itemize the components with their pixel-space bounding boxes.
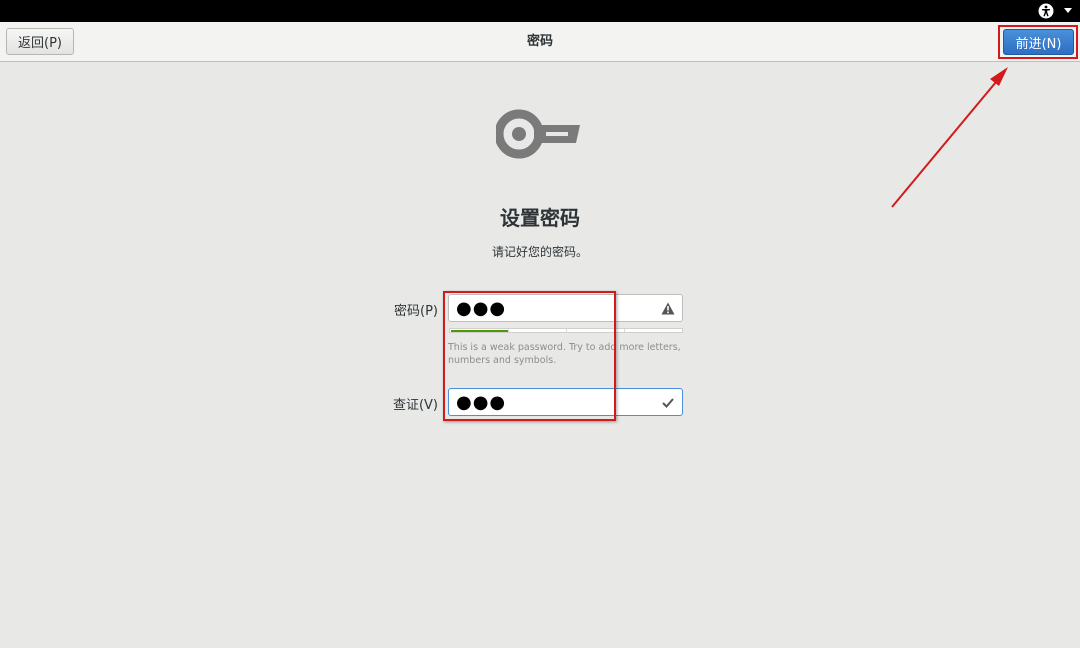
checkmark-icon [662, 398, 674, 408]
chevron-down-icon[interactable] [1064, 8, 1072, 13]
header-title: 密码 [526, 34, 553, 49]
next-button-highlight [998, 25, 1078, 59]
back-button[interactable]: 返回(P) [6, 28, 74, 55]
page-title: 设置密码 [500, 206, 580, 230]
header-bar: 返回(P) 密码 前进(N) [0, 22, 1080, 62]
fields-highlight [443, 291, 616, 421]
strength-divider [624, 329, 625, 332]
accessibility-icon[interactable] [1038, 3, 1054, 19]
top-bar [0, 0, 1080, 22]
password-label: 密码(P) [394, 304, 438, 319]
warning-icon [661, 302, 675, 315]
key-icon [496, 109, 580, 159]
page-subtitle: 请记好您的密码。 [491, 245, 588, 259]
confirm-label: 查证(V) [392, 398, 438, 413]
